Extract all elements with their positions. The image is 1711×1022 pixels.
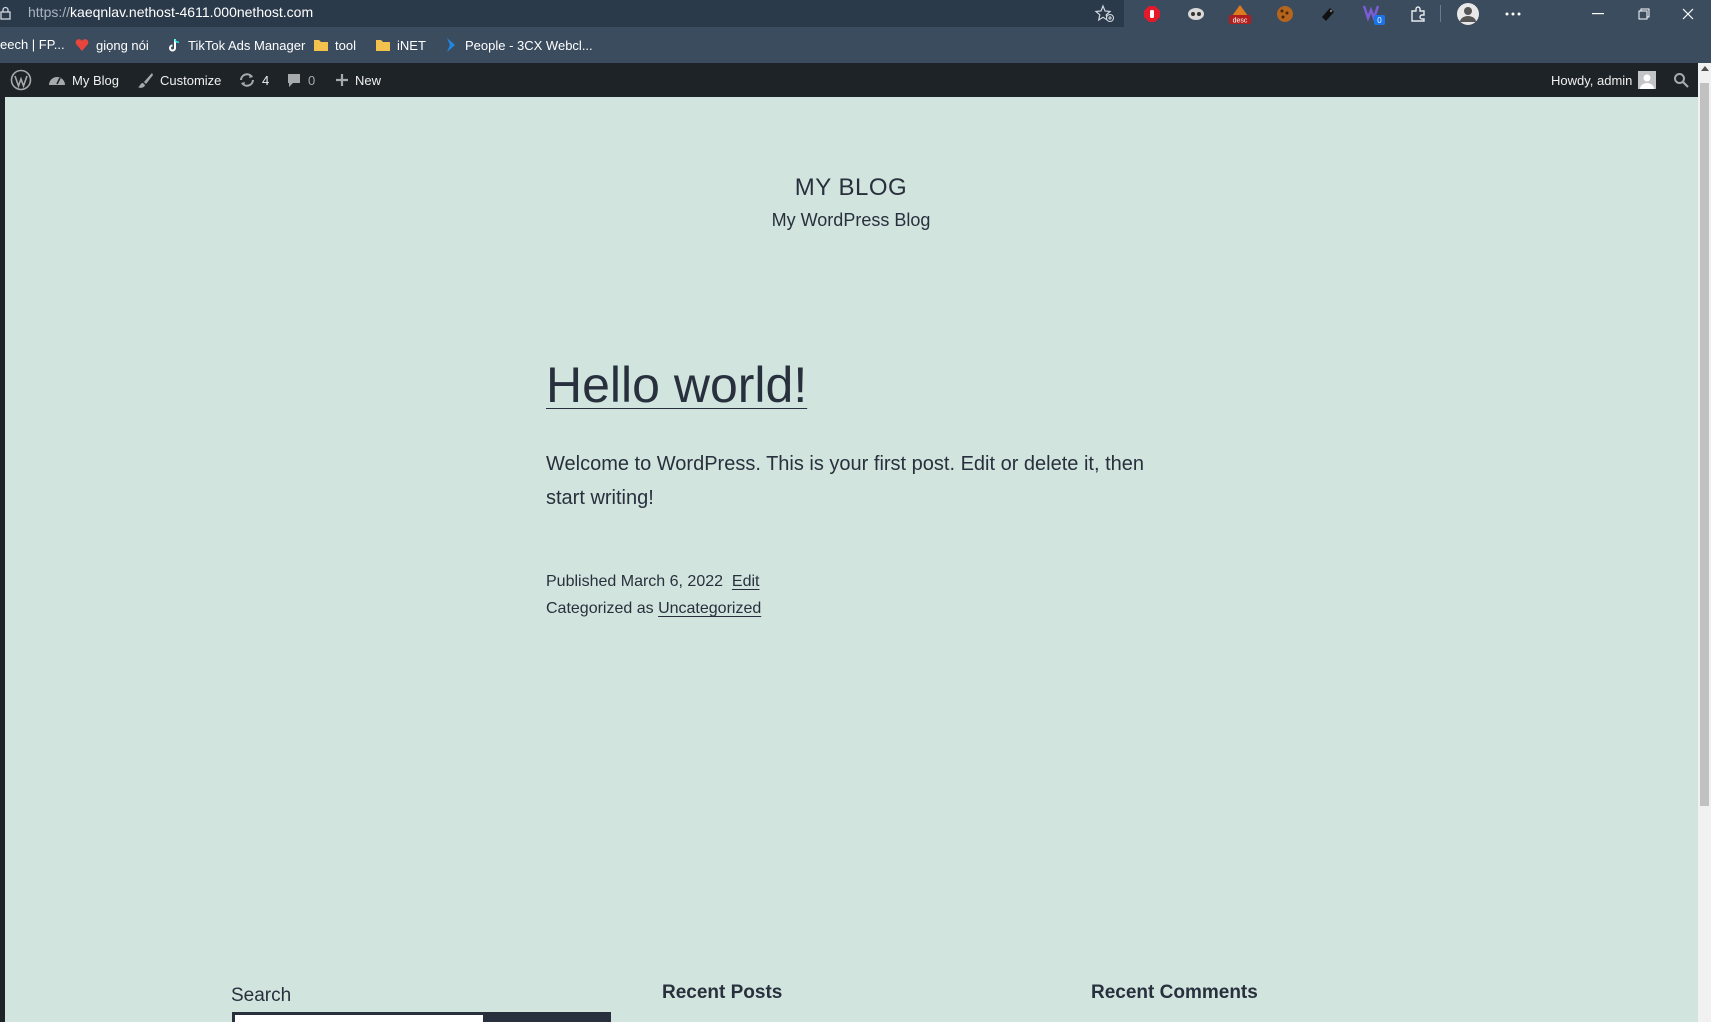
comments-link[interactable]: 0 bbox=[286, 63, 315, 97]
customize-label: Customize bbox=[160, 72, 222, 88]
post-content: Welcome to WordPress. This is your first… bbox=[546, 453, 1145, 509]
restore-icon[interactable] bbox=[1621, 0, 1667, 27]
bookmark-label: eech | FP... bbox=[0, 37, 65, 52]
browser-toolbar: https://kaeqnlav.nethost-4611.000nethost… bbox=[0, 0, 1711, 27]
site-title[interactable]: MY BLOG bbox=[700, 174, 1002, 202]
greeting-label: Howdy, admin bbox=[1551, 72, 1633, 88]
plus-icon bbox=[336, 74, 348, 86]
ext-count-badge: 0 bbox=[1377, 16, 1382, 25]
new-content-menu[interactable]: New bbox=[335, 63, 381, 97]
more-options-icon[interactable] bbox=[1501, 2, 1525, 26]
folder-icon bbox=[376, 40, 390, 51]
minimize-icon[interactable] bbox=[1575, 0, 1621, 27]
wordpress-logo-icon bbox=[10, 69, 32, 91]
wp-admin-bar: My Blog Customize 4 0 New Howdy, admin bbox=[0, 63, 1711, 97]
post-date: March 6, 2022 bbox=[620, 573, 724, 590]
address-bar[interactable]: https://kaeqnlav.nethost-4611.000nethost… bbox=[0, 0, 1124, 27]
paintbrush-icon bbox=[138, 72, 153, 88]
adminbar-search-button[interactable] bbox=[1673, 63, 1689, 97]
bookmark-label: giọng nói bbox=[96, 37, 149, 53]
site-description: My WordPress Blog bbox=[771, 210, 931, 230]
3cx-icon bbox=[447, 38, 455, 52]
scroll-up-arrow-icon[interactable] bbox=[1698, 65, 1711, 77]
scroll-thumb[interactable] bbox=[1700, 83, 1709, 806]
bookmark-item[interactable]: TikTok Ads Manager bbox=[166, 37, 305, 53]
bookmark-label: TikTok Ads Manager bbox=[188, 37, 306, 53]
category-link[interactable]: Uncategorized bbox=[658, 600, 761, 617]
ext-desc-badge: desc bbox=[1233, 18, 1248, 25]
edit-post-link[interactable]: Edit bbox=[732, 573, 760, 590]
wappalyzer-extension-icon[interactable]: 0 bbox=[1362, 2, 1386, 26]
page-scrollbar[interactable] bbox=[1698, 63, 1711, 1022]
customize-link[interactable]: Customize bbox=[137, 63, 221, 97]
search-icon bbox=[1674, 73, 1689, 88]
bookmarks-bar: eech | FP... giọng nói TikTok Ads Manage… bbox=[0, 27, 1711, 63]
adblock-extension-icon[interactable] bbox=[1140, 2, 1164, 26]
extension-eyes-icon[interactable] bbox=[1184, 2, 1208, 26]
tag-extension-icon[interactable] bbox=[1316, 2, 1340, 26]
page-edge bbox=[0, 97, 5, 1022]
bookmark-item[interactable]: giọng nói bbox=[74, 37, 149, 53]
profile-avatar[interactable] bbox=[1456, 2, 1480, 26]
bookmark-label: iNET bbox=[397, 37, 426, 53]
published-prefix: Published bbox=[546, 573, 617, 590]
post-category-line: Categorized as Uncategorized bbox=[546, 595, 761, 622]
folder-icon bbox=[314, 40, 328, 51]
comments-count: 0 bbox=[308, 72, 316, 88]
bookmark-folder[interactable]: iNET bbox=[375, 37, 426, 53]
cookie-extension-icon[interactable] bbox=[1273, 2, 1297, 26]
updates-link[interactable]: 4 bbox=[238, 63, 269, 97]
url-scheme: https:// bbox=[28, 4, 71, 20]
wp-logo-menu[interactable] bbox=[10, 63, 32, 97]
new-label: New bbox=[355, 72, 382, 88]
post-title-link[interactable]: Hello world! bbox=[546, 356, 807, 414]
toolbar-divider bbox=[1440, 5, 1441, 22]
site-name-label: My Blog bbox=[72, 72, 119, 88]
bookmark-item[interactable]: People - 3CX Webcl... bbox=[443, 37, 593, 53]
site-name-menu[interactable]: My Blog bbox=[48, 63, 119, 97]
comment-icon bbox=[288, 74, 300, 87]
account-menu[interactable]: Howdy, admin bbox=[1551, 63, 1657, 97]
search-input[interactable] bbox=[232, 1012, 486, 1022]
post-meta: Published March 6, 2022 Edit Categorized… bbox=[546, 568, 761, 622]
search-button[interactable] bbox=[486, 1012, 611, 1022]
bookmark-label: tool bbox=[335, 37, 356, 53]
updates-count: 4 bbox=[262, 72, 270, 88]
heart-icon bbox=[75, 39, 89, 51]
add-favorite-icon[interactable] bbox=[1094, 3, 1116, 25]
bookmark-label: People - 3CX Webcl... bbox=[465, 37, 593, 53]
search-widget-label: Search bbox=[231, 985, 292, 1006]
dashboard-icon bbox=[49, 77, 65, 85]
user-avatar-icon bbox=[1638, 71, 1657, 89]
bookmark-item[interactable]: eech | FP... bbox=[0, 37, 65, 52]
extensions-puzzle-icon[interactable] bbox=[1406, 2, 1430, 26]
tiktok-icon bbox=[169, 38, 180, 52]
lock-icon bbox=[0, 6, 11, 20]
url-host: kaeqnlav.nethost-4611.000nethost.com bbox=[70, 4, 314, 20]
post-published-line: Published March 6, 2022 Edit bbox=[546, 568, 761, 595]
extension-desc-icon[interactable]: desc bbox=[1228, 2, 1252, 26]
recent-posts-heading: Recent Posts bbox=[662, 982, 783, 1003]
bookmark-folder[interactable]: tool bbox=[313, 37, 356, 53]
close-icon[interactable] bbox=[1665, 0, 1711, 27]
categorized-prefix: Categorized as bbox=[546, 600, 654, 617]
url-text[interactable]: https://kaeqnlav.nethost-4611.000nethost… bbox=[28, 4, 313, 20]
updates-icon bbox=[240, 73, 254, 87]
recent-comments-heading: Recent Comments bbox=[1091, 982, 1258, 1003]
